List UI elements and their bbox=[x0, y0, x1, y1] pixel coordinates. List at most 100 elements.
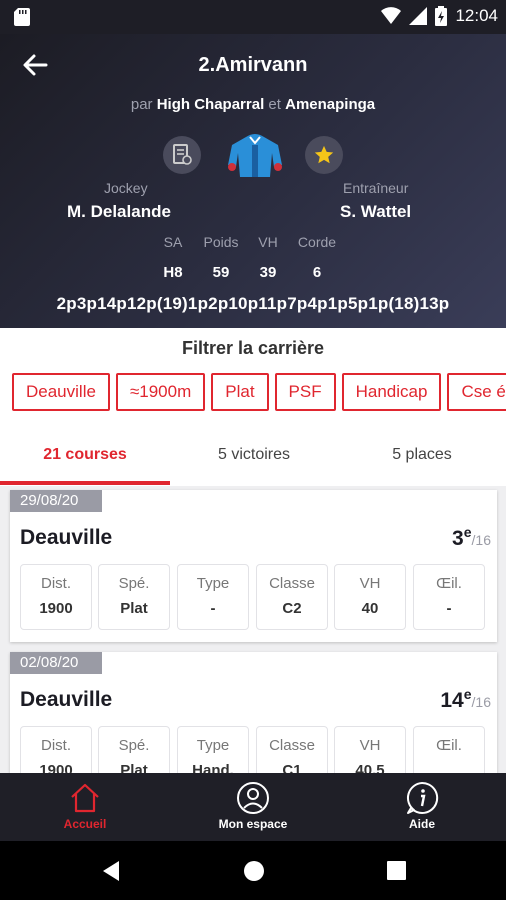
race-details: Dist. 1900 Spé. Plat Type - Classe C2 VH 40 Œ… bbox=[20, 564, 486, 630]
detail-box: Classe C1 bbox=[256, 726, 328, 773]
detail-box: Dist. 1900 bbox=[20, 564, 92, 630]
career-tabs: 21 courses 5 victoires 5 places bbox=[0, 435, 506, 485]
race-details: Dist. 1900 Spé. Plat Type Hand. Classe C1 VH… bbox=[20, 726, 486, 773]
detail-label: Spé. bbox=[118, 575, 150, 592]
runners-count: /16 bbox=[471, 532, 491, 548]
signal-icon bbox=[409, 7, 428, 25]
detail-value: 40 bbox=[361, 600, 379, 617]
detail-box: Type Hand. bbox=[177, 726, 249, 773]
filter-chips: Deauville ≈1900m Plat PSF Handicap Cse é bbox=[12, 373, 506, 413]
system-home-icon[interactable] bbox=[243, 860, 265, 882]
clock: 12:04 bbox=[455, 6, 498, 25]
detail-value: C1 bbox=[282, 762, 302, 773]
detail-label: VH bbox=[359, 737, 381, 754]
horse-title: 2.Amirvann bbox=[198, 54, 308, 76]
detail-box: Spé. Plat bbox=[98, 726, 170, 773]
filter-chip-venue[interactable]: Deauville bbox=[12, 373, 110, 411]
detail-value: C2 bbox=[282, 600, 302, 617]
detail-label: Spé. bbox=[118, 737, 150, 754]
tab-places[interactable]: 5 places bbox=[338, 435, 506, 485]
tab-courses[interactable]: 21 courses bbox=[0, 435, 170, 485]
race-placing: 3e/16 bbox=[452, 524, 491, 551]
home-icon bbox=[71, 783, 99, 813]
detail-value: 1900 bbox=[39, 600, 73, 617]
detail-box: Dist. 1900 bbox=[20, 726, 92, 773]
system-back-icon[interactable] bbox=[101, 860, 121, 882]
stat-vh: VH 39 bbox=[243, 234, 293, 281]
sire-name: High Chaparral bbox=[156, 96, 265, 113]
detail-value: Hand. bbox=[192, 762, 234, 773]
detail-value: 40,5 bbox=[355, 762, 385, 773]
detail-box: Œil. - bbox=[413, 564, 485, 630]
detail-label: Œil. bbox=[436, 737, 462, 754]
detail-value: - bbox=[446, 600, 452, 617]
horse-header: 2.Amirvann par High Chaparral et Amenapi… bbox=[0, 34, 506, 328]
detail-label: Œil. bbox=[436, 575, 462, 592]
detail-box: Spé. Plat bbox=[98, 564, 170, 630]
nav-label: Mon espace bbox=[218, 817, 288, 831]
stat-value: 6 bbox=[312, 264, 322, 281]
detail-value: 1900 bbox=[39, 762, 73, 773]
detail-box: VH 40 bbox=[334, 564, 406, 630]
dam-name: Amenapinga bbox=[285, 96, 376, 113]
place-number: 3 bbox=[452, 527, 464, 550]
parents-line: par High Chaparral et Amenapinga bbox=[0, 96, 506, 113]
jockey-name: M. Delalande bbox=[67, 202, 171, 221]
detail-value: Plat bbox=[120, 762, 148, 773]
jockey-label: Jockey bbox=[104, 180, 148, 196]
filter-chip-type[interactable]: Handicap bbox=[341, 373, 442, 411]
race-date: 29/08/20 bbox=[10, 490, 102, 512]
detail-label: Dist. bbox=[41, 737, 71, 754]
status-bar: 12:04 bbox=[0, 0, 506, 34]
detail-box: Type - bbox=[177, 564, 249, 630]
race-date: 02/08/20 bbox=[10, 652, 102, 674]
race-history-string: 2p3p14p12p(19)1p2p10p11p7p4p1p5p1p(18)13… bbox=[56, 294, 450, 313]
nav-mon-espace[interactable]: Mon espace bbox=[193, 781, 313, 831]
detail-label: Classe bbox=[269, 575, 315, 592]
stat-label: Poids bbox=[203, 234, 239, 250]
detail-label: Type bbox=[196, 737, 230, 754]
stat-label: SA bbox=[163, 234, 183, 250]
filter-title: Filtrer la carrière bbox=[181, 338, 325, 358]
parents-prefix: par bbox=[130, 96, 153, 113]
notes-button[interactable] bbox=[163, 136, 201, 174]
trainer-name: S. Wattel bbox=[340, 202, 412, 221]
place-suffix: e bbox=[463, 524, 472, 540]
detail-box: Classe C2 bbox=[256, 564, 328, 630]
notes-icon bbox=[173, 144, 192, 165]
parents-joiner: et bbox=[268, 96, 281, 113]
race-list: 29/08/20 Deauville 3e/16 Dist. 1900 Spé. P… bbox=[0, 486, 506, 773]
nav-aide[interactable]: Aide bbox=[362, 781, 482, 831]
sd-card-icon bbox=[14, 8, 30, 26]
detail-box: VH 40,5 bbox=[334, 726, 406, 773]
race-card[interactable]: 02/08/20 Deauville 14e/16 Dist. 1900 Spé.… bbox=[10, 652, 497, 773]
stat-corde: Corde 6 bbox=[292, 234, 342, 281]
stat-label: Corde bbox=[297, 234, 337, 250]
active-tab-indicator bbox=[0, 481, 170, 485]
stat-value: H8 bbox=[163, 264, 183, 281]
filter-chip-surface[interactable]: PSF bbox=[274, 373, 336, 411]
detail-label: Classe bbox=[269, 737, 315, 754]
stat-poids: Poids 59 bbox=[196, 234, 246, 281]
wifi-icon bbox=[381, 7, 402, 24]
nav-label: Aide bbox=[408, 817, 435, 831]
tab-victoires[interactable]: 5 victoires bbox=[170, 435, 338, 485]
stat-value: 59 bbox=[212, 264, 230, 281]
stat-sa: SA H8 bbox=[148, 234, 198, 281]
system-recents-icon[interactable] bbox=[387, 861, 406, 880]
stat-label: VH bbox=[258, 234, 278, 250]
filter-chip-distance[interactable]: ≈1900m bbox=[115, 373, 206, 411]
jockey-silk-icon bbox=[228, 134, 282, 177]
filter-chip-class[interactable]: Cse é bbox=[447, 373, 506, 411]
filter-chip-speciality[interactable]: Plat bbox=[211, 373, 269, 411]
user-icon bbox=[237, 782, 269, 814]
trainer-label: Entraîneur bbox=[343, 180, 409, 196]
detail-label: Dist. bbox=[41, 575, 71, 592]
favorite-button[interactable] bbox=[305, 136, 343, 174]
nav-accueil[interactable]: Accueil bbox=[25, 781, 145, 831]
detail-label: Type bbox=[196, 575, 230, 592]
detail-label: VH bbox=[359, 575, 381, 592]
race-card[interactable]: 29/08/20 Deauville 3e/16 Dist. 1900 Spé. P… bbox=[10, 490, 497, 642]
race-venue: Deauville bbox=[20, 688, 113, 711]
system-navigation-bar bbox=[0, 841, 506, 900]
